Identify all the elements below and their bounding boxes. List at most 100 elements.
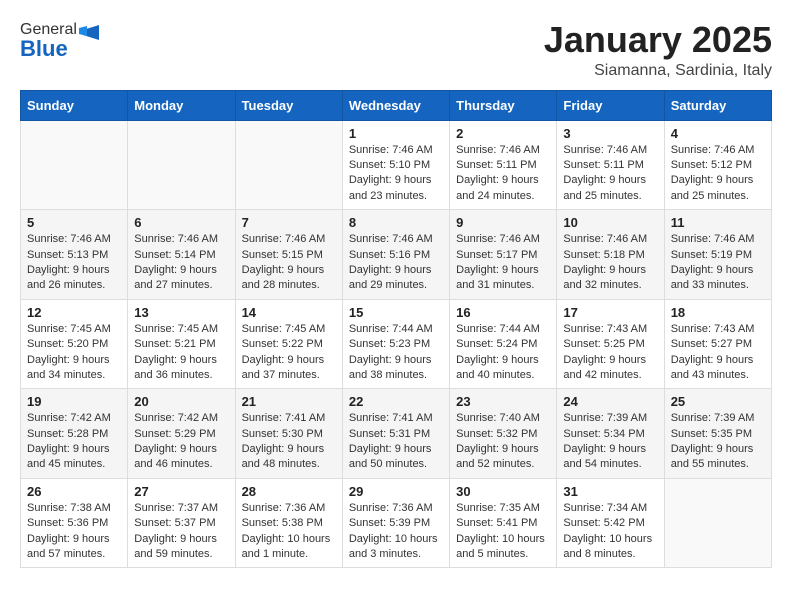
weekday-header: Sunday: [21, 90, 128, 120]
calendar-cell: 16 Sunrise: 7:44 AM Sunset: 5:24 PM Dayli…: [450, 299, 557, 389]
day-info: Sunrise: 7:46 AM Sunset: 5:18 PM Dayligh…: [563, 232, 657, 294]
day-info: Sunrise: 7:46 AM Sunset: 5:12 PM Dayligh…: [671, 143, 765, 205]
day-number: 2: [456, 126, 550, 141]
calendar-cell: 29 Sunrise: 7:36 AM Sunset: 5:39 PM Dayli…: [342, 478, 449, 568]
day-info: Sunrise: 7:44 AM Sunset: 5:24 PM Dayligh…: [456, 322, 550, 384]
day-number: 8: [349, 215, 443, 230]
day-number: 28: [242, 484, 336, 499]
day-info: Sunrise: 7:41 AM Sunset: 5:30 PM Dayligh…: [242, 411, 336, 473]
calendar-cell: 4 Sunrise: 7:46 AM Sunset: 5:12 PM Daylig…: [664, 120, 771, 210]
calendar-cell: 24Sunrise: 7:39 AM Sunset: 5:34 PM Dayli…: [557, 389, 664, 479]
weekday-header: Wednesday: [342, 90, 449, 120]
location-subtitle: Siamanna, Sardinia, Italy: [544, 62, 772, 80]
day-number: 26: [27, 484, 121, 499]
month-title: January 2025: [544, 20, 772, 60]
calendar-cell: 12Sunrise: 7:45 AM Sunset: 5:20 PM Dayli…: [21, 299, 128, 389]
day-number: 1: [349, 126, 443, 141]
calendar-cell: 27 Sunrise: 7:37 AM Sunset: 5:37 PM Dayli…: [128, 478, 235, 568]
day-number: 9: [456, 215, 550, 230]
day-info: Sunrise: 7:42 AM Sunset: 5:29 PM Dayligh…: [134, 411, 228, 473]
day-info: Sunrise: 7:40 AM Sunset: 5:32 PM Dayligh…: [456, 411, 550, 473]
day-info: Sunrise: 7:46 AM Sunset: 5:11 PM Dayligh…: [456, 143, 550, 205]
day-number: 3: [563, 126, 657, 141]
day-number: 18: [671, 305, 765, 320]
calendar-header-row: SundayMondayTuesdayWednesdayThursdayFrid…: [21, 90, 772, 120]
calendar-week-row: 26 Sunrise: 7:38 AM Sunset: 5:36 PM Dayli…: [21, 478, 772, 568]
calendar-cell: 8 Sunrise: 7:46 AM Sunset: 5:16 PM Daylig…: [342, 210, 449, 300]
weekday-header: Monday: [128, 90, 235, 120]
day-info: Sunrise: 7:46 AM Sunset: 5:10 PM Dayligh…: [349, 143, 443, 205]
calendar-cell: [664, 478, 771, 568]
day-info: Sunrise: 7:41 AM Sunset: 5:31 PM Dayligh…: [349, 411, 443, 473]
calendar-cell: 19 Sunrise: 7:42 AM Sunset: 5:28 PM Dayli…: [21, 389, 128, 479]
logo-blue-text: Blue: [20, 36, 68, 62]
logo-bird-icon: [79, 20, 99, 40]
day-info: Sunrise: 7:36 AM Sunset: 5:38 PM Dayligh…: [242, 501, 336, 563]
day-info: Sunrise: 7:46 AM Sunset: 5:11 PM Dayligh…: [563, 143, 657, 205]
day-info: Sunrise: 7:46 AM Sunset: 5:13 PM Dayligh…: [27, 232, 121, 294]
day-info: Sunrise: 7:46 AM Sunset: 5:14 PM Dayligh…: [134, 232, 228, 294]
calendar-cell: 3 Sunrise: 7:46 AM Sunset: 5:11 PM Daylig…: [557, 120, 664, 210]
day-number: 27: [134, 484, 228, 499]
day-info: Sunrise: 7:45 AM Sunset: 5:22 PM Dayligh…: [242, 322, 336, 384]
day-number: 13: [134, 305, 228, 320]
day-number: 23: [456, 394, 550, 409]
day-info: Sunrise: 7:42 AM Sunset: 5:28 PM Dayligh…: [27, 411, 121, 473]
day-number: 29: [349, 484, 443, 499]
day-number: 20: [134, 394, 228, 409]
day-number: 19: [27, 394, 121, 409]
calendar-cell: 20 Sunrise: 7:42 AM Sunset: 5:29 PM Dayli…: [128, 389, 235, 479]
day-info: Sunrise: 7:46 AM Sunset: 5:19 PM Dayligh…: [671, 232, 765, 294]
calendar-cell: 14Sunrise: 7:45 AM Sunset: 5:22 PM Dayli…: [235, 299, 342, 389]
calendar-cell: 7Sunrise: 7:46 AM Sunset: 5:15 PM Daylig…: [235, 210, 342, 300]
calendar-cell: 2 Sunrise: 7:46 AM Sunset: 5:11 PM Daylig…: [450, 120, 557, 210]
day-info: Sunrise: 7:36 AM Sunset: 5:39 PM Dayligh…: [349, 501, 443, 563]
calendar-cell: 17 Sunrise: 7:43 AM Sunset: 5:25 PM Dayli…: [557, 299, 664, 389]
day-number: 30: [456, 484, 550, 499]
day-number: 31: [563, 484, 657, 499]
day-number: 6: [134, 215, 228, 230]
day-number: 4: [671, 126, 765, 141]
day-info: Sunrise: 7:44 AM Sunset: 5:23 PM Dayligh…: [349, 322, 443, 384]
logo: General Blue: [20, 20, 99, 62]
calendar-cell: 6 Sunrise: 7:46 AM Sunset: 5:14 PM Daylig…: [128, 210, 235, 300]
weekday-header: Thursday: [450, 90, 557, 120]
day-number: 24: [563, 394, 657, 409]
day-number: 16: [456, 305, 550, 320]
day-info: Sunrise: 7:46 AM Sunset: 5:17 PM Dayligh…: [456, 232, 550, 294]
day-info: Sunrise: 7:34 AM Sunset: 5:42 PM Dayligh…: [563, 501, 657, 563]
calendar-cell: 23 Sunrise: 7:40 AM Sunset: 5:32 PM Dayli…: [450, 389, 557, 479]
day-info: Sunrise: 7:35 AM Sunset: 5:41 PM Dayligh…: [456, 501, 550, 563]
calendar-cell: [128, 120, 235, 210]
weekday-header: Tuesday: [235, 90, 342, 120]
calendar-cell: 10 Sunrise: 7:46 AM Sunset: 5:18 PM Dayli…: [557, 210, 664, 300]
calendar-cell: 11Sunrise: 7:46 AM Sunset: 5:19 PM Dayli…: [664, 210, 771, 300]
day-info: Sunrise: 7:37 AM Sunset: 5:37 PM Dayligh…: [134, 501, 228, 563]
day-info: Sunrise: 7:43 AM Sunset: 5:25 PM Dayligh…: [563, 322, 657, 384]
calendar-cell: 28 Sunrise: 7:36 AM Sunset: 5:38 PM Dayli…: [235, 478, 342, 568]
day-info: Sunrise: 7:45 AM Sunset: 5:20 PM Dayligh…: [27, 322, 121, 384]
calendar-cell: 21Sunrise: 7:41 AM Sunset: 5:30 PM Dayli…: [235, 389, 342, 479]
calendar-cell: 5Sunrise: 7:46 AM Sunset: 5:13 PM Daylig…: [21, 210, 128, 300]
day-info: Sunrise: 7:46 AM Sunset: 5:15 PM Dayligh…: [242, 232, 336, 294]
calendar-week-row: 1 Sunrise: 7:46 AM Sunset: 5:10 PM Daylig…: [21, 120, 772, 210]
calendar-cell: 26 Sunrise: 7:38 AM Sunset: 5:36 PM Dayli…: [21, 478, 128, 568]
day-info: Sunrise: 7:46 AM Sunset: 5:16 PM Dayligh…: [349, 232, 443, 294]
weekday-header: Saturday: [664, 90, 771, 120]
page-header: General Blue January 2025 Siamanna, Sard…: [20, 20, 772, 80]
day-info: Sunrise: 7:39 AM Sunset: 5:35 PM Dayligh…: [671, 411, 765, 473]
calendar-cell: 9 Sunrise: 7:46 AM Sunset: 5:17 PM Daylig…: [450, 210, 557, 300]
weekday-header: Friday: [557, 90, 664, 120]
calendar-cell: 31 Sunrise: 7:34 AM Sunset: 5:42 PM Dayli…: [557, 478, 664, 568]
calendar-cell: 15 Sunrise: 7:44 AM Sunset: 5:23 PM Dayli…: [342, 299, 449, 389]
day-info: Sunrise: 7:38 AM Sunset: 5:36 PM Dayligh…: [27, 501, 121, 563]
day-number: 17: [563, 305, 657, 320]
title-block: January 2025 Siamanna, Sardinia, Italy: [544, 20, 772, 80]
calendar-cell: 30 Sunrise: 7:35 AM Sunset: 5:41 PM Dayli…: [450, 478, 557, 568]
day-number: 10: [563, 215, 657, 230]
day-number: 15: [349, 305, 443, 320]
calendar-cell: [235, 120, 342, 210]
day-number: 25: [671, 394, 765, 409]
calendar-week-row: 5Sunrise: 7:46 AM Sunset: 5:13 PM Daylig…: [21, 210, 772, 300]
day-info: Sunrise: 7:45 AM Sunset: 5:21 PM Dayligh…: [134, 322, 228, 384]
